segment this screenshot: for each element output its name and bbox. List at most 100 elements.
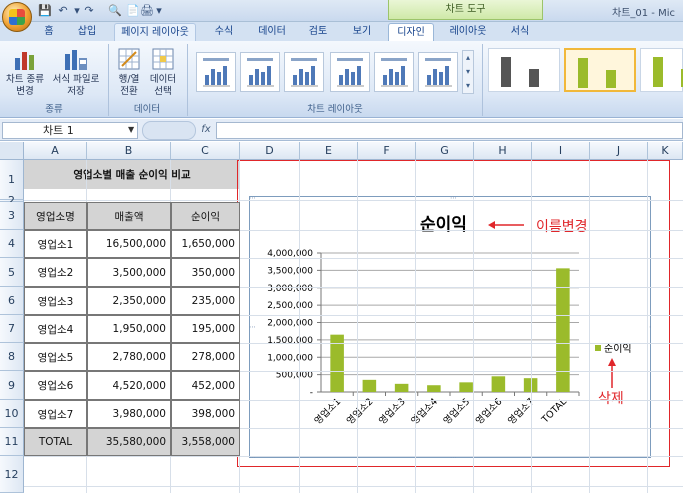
y-tick-label: 1,500,000: [267, 336, 313, 346]
table-cell[interactable]: 영업소6: [24, 371, 87, 400]
office-button[interactable]: [2, 2, 32, 32]
table-cell[interactable]: 영업소4: [24, 315, 87, 343]
row-header[interactable]: 11: [0, 428, 24, 456]
row-header[interactable]: 7: [0, 315, 24, 343]
tab-page-layout[interactable]: 페이지 레이아웃: [114, 23, 196, 41]
resize-handle: ⋯: [649, 196, 651, 202]
y-tick-label: 3,500,000: [267, 266, 313, 276]
tab-view[interactable]: 보기: [344, 23, 380, 41]
table-total-cell[interactable]: 3,558,000: [171, 428, 240, 456]
tab-layout[interactable]: 레이아웃: [440, 23, 496, 41]
column-header[interactable]: H: [474, 142, 532, 160]
chart-title[interactable]: 순이익: [420, 210, 467, 235]
select-data-button[interactable]: 데이터 선택: [146, 46, 180, 98]
table-cell[interactable]: 영업소1: [24, 230, 87, 258]
chart-style-thumbnail[interactable]: [564, 48, 636, 92]
table-cell[interactable]: 452,000: [171, 371, 240, 400]
column-header[interactable]: I: [532, 142, 590, 160]
delete-arrow: [608, 358, 616, 388]
tab-insert[interactable]: 삽입: [70, 23, 104, 41]
name-box-dropdown-icon[interactable]: ▼: [128, 125, 134, 134]
table-cell[interactable]: 350,000: [171, 258, 240, 287]
gridline-vertical: [415, 160, 416, 493]
gridline-vertical: [473, 160, 474, 493]
formula-bar-splitter[interactable]: [142, 121, 196, 140]
chart-style-thumbnail[interactable]: [640, 48, 683, 92]
row-header[interactable]: 6: [0, 287, 24, 315]
sheet-title[interactable]: 영업소별 매출 순이익 비교: [24, 160, 240, 189]
chart-style-thumbnail[interactable]: [488, 48, 560, 92]
table-cell[interactable]: 영업소7: [24, 400, 87, 428]
customize-quick-access-icon[interactable]: ▾: [152, 4, 166, 18]
save-as-template-button[interactable]: 서식 파일로 저장: [48, 46, 104, 98]
row-header[interactable]: 3: [0, 202, 24, 230]
row-header[interactable]: 8: [0, 343, 24, 371]
row-header[interactable]: 12: [0, 456, 24, 493]
group-label-type: 종류: [45, 104, 63, 115]
group-label-chart-layouts: 차트 레이아웃: [307, 104, 363, 115]
row-header[interactable]: 5: [0, 258, 24, 287]
tab-design[interactable]: 디자인: [388, 23, 434, 41]
ribbon-separator: [482, 44, 483, 116]
gallery-scroll[interactable]: ▴ ▾ ▾: [462, 50, 474, 94]
undo-icon[interactable]: ↶: [56, 4, 70, 18]
table-cell[interactable]: 195,000: [171, 315, 240, 343]
tab-home[interactable]: 홈: [36, 23, 62, 41]
table-cell[interactable]: 1,650,000: [171, 230, 240, 258]
table-cell[interactable]: 235,000: [171, 287, 240, 315]
table-header-cell[interactable]: 영업소명: [24, 202, 87, 230]
chart-layout-thumbnail[interactable]: [330, 52, 370, 92]
row-header[interactable]: 10: [0, 400, 24, 428]
table-cell[interactable]: 2,780,000: [87, 343, 171, 371]
column-header[interactable]: B: [87, 142, 171, 160]
column-header[interactable]: D: [240, 142, 300, 160]
page-setup-icon[interactable]: 📄: [126, 4, 140, 18]
table-total-cell[interactable]: 35,580,000: [87, 428, 171, 456]
table-header-cell[interactable]: 순이익: [171, 202, 240, 230]
table-cell[interactable]: 3,500,000: [87, 258, 171, 287]
chart-layout-thumbnail[interactable]: [284, 52, 324, 92]
chart-layout-thumbnail[interactable]: [374, 52, 414, 92]
table-cell[interactable]: 영업소2: [24, 258, 87, 287]
table-cell[interactable]: 영업소5: [24, 343, 87, 371]
column-header[interactable]: E: [300, 142, 358, 160]
table-total-cell[interactable]: TOTAL: [24, 428, 87, 456]
table-cell[interactable]: 278,000: [171, 343, 240, 371]
tab-data[interactable]: 데이터: [252, 23, 292, 41]
ribbon-separator: [187, 44, 188, 116]
table-cell[interactable]: 4,520,000: [87, 371, 171, 400]
tab-format[interactable]: 서식: [502, 23, 538, 41]
name-box[interactable]: 차트 1: [2, 122, 138, 139]
column-header[interactable]: C: [171, 142, 240, 160]
column-header[interactable]: A: [24, 142, 87, 160]
switch-row-column-icon: [116, 46, 142, 72]
column-header[interactable]: G: [416, 142, 474, 160]
table-cell[interactable]: 398,000: [171, 400, 240, 428]
column-header[interactable]: J: [590, 142, 648, 160]
switch-row-column-button[interactable]: 행/열 전환: [112, 46, 146, 98]
formula-input[interactable]: [216, 122, 683, 139]
table-cell[interactable]: 16,500,000: [87, 230, 171, 258]
row-header[interactable]: 4: [0, 230, 24, 258]
insert-function-icon[interactable]: fx: [198, 122, 214, 138]
tab-formulas[interactable]: 수식: [204, 23, 244, 41]
save-icon[interactable]: 💾: [38, 4, 52, 18]
column-header[interactable]: K: [648, 142, 683, 160]
select-all-corner[interactable]: [0, 142, 24, 160]
print-preview-icon[interactable]: 🔍: [108, 4, 122, 18]
chart-layout-thumbnail[interactable]: [418, 52, 458, 92]
table-cell[interactable]: 2,350,000: [87, 287, 171, 315]
group-label-data: 데이터: [133, 104, 161, 115]
table-header-cell[interactable]: 매출액: [87, 202, 171, 230]
tab-review[interactable]: 검토: [300, 23, 336, 41]
table-cell[interactable]: 영업소3: [24, 287, 87, 315]
chart-layout-thumbnail[interactable]: [240, 52, 280, 92]
column-header[interactable]: F: [358, 142, 416, 160]
row-header[interactable]: 9: [0, 371, 24, 400]
y-tick-label: 1,000,000: [267, 353, 313, 363]
table-cell[interactable]: 3,980,000: [87, 400, 171, 428]
redo-icon[interactable]: ↷: [82, 4, 96, 18]
change-chart-type-button[interactable]: 차트 종류 변경: [2, 46, 48, 98]
chart-layout-thumbnail[interactable]: [196, 52, 236, 92]
table-cell[interactable]: 1,950,000: [87, 315, 171, 343]
